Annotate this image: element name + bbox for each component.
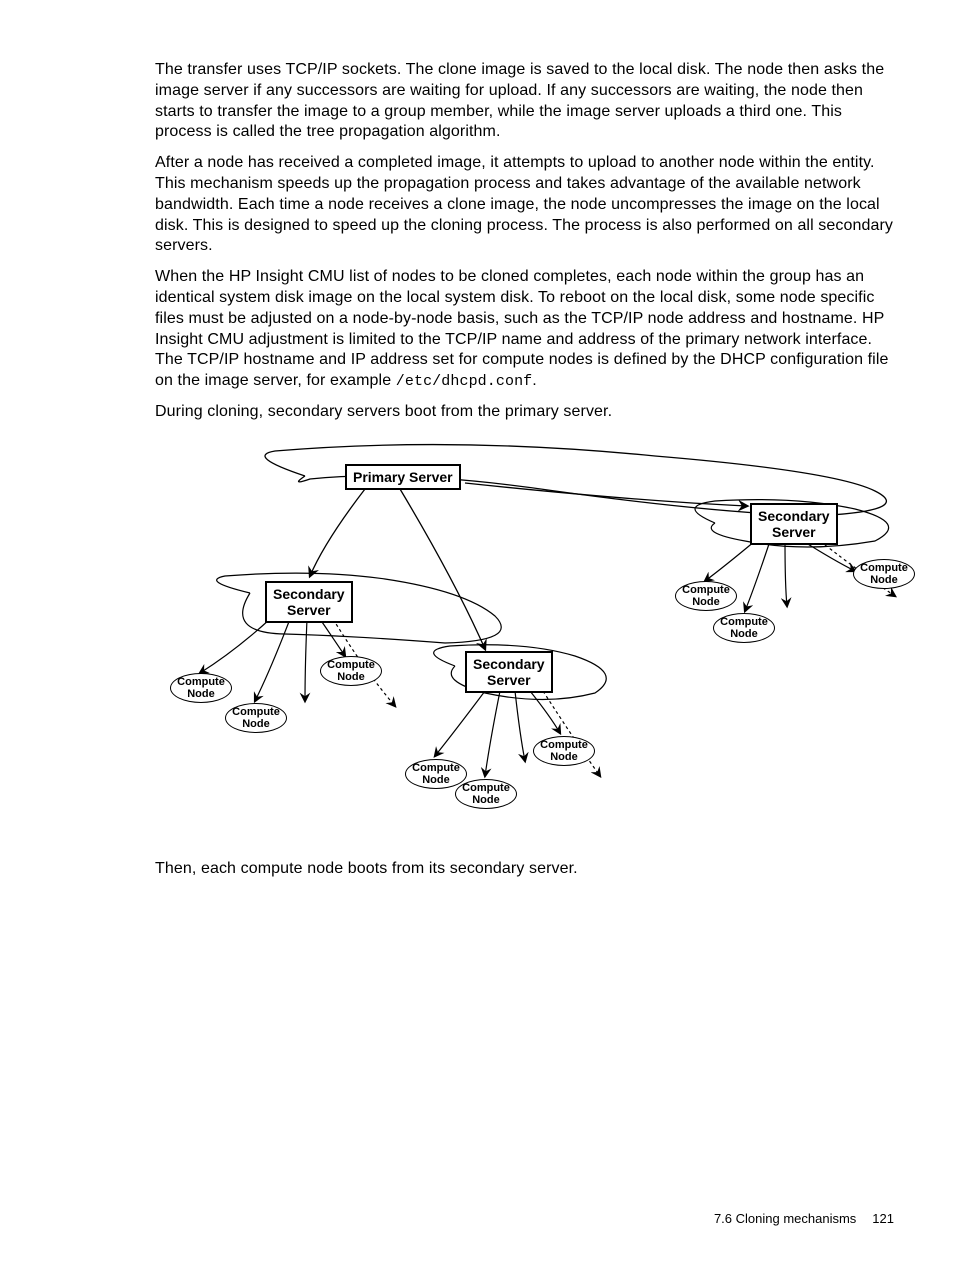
compute-node-oval: Compute Node: [675, 581, 737, 611]
compute-node-oval: Compute Node: [170, 673, 232, 703]
compute-node-oval: Compute Node: [405, 759, 467, 789]
secondary-server-box-right: Secondary Server: [750, 503, 838, 545]
compute-node-oval: Compute Node: [225, 703, 287, 733]
tree-propagation-diagram: Primary Server Secondary Server Secondar…: [155, 441, 915, 841]
compute-node-oval: Compute Node: [455, 779, 517, 809]
compute-node-oval: Compute Node: [713, 613, 775, 643]
page-footer: 7.6 Cloning mechanisms 121: [714, 1211, 894, 1226]
paragraph-2: After a node has received a completed im…: [155, 153, 894, 257]
paragraph-3-text-b: .: [532, 372, 537, 389]
diagram-connectors: [155, 441, 915, 841]
compute-node-oval: Compute Node: [320, 656, 382, 686]
secondary-server-box-middle: Secondary Server: [465, 651, 553, 693]
paragraph-5: Then, each compute node boots from its s…: [155, 859, 894, 880]
footer-page-number: 121: [872, 1211, 894, 1226]
code-path: /etc/dhcpd.conf: [396, 373, 533, 390]
secondary-server-box-left: Secondary Server: [265, 581, 353, 623]
footer-section-label: 7.6 Cloning mechanisms: [714, 1211, 856, 1226]
paragraph-1: The transfer uses TCP/IP sockets. The cl…: [155, 60, 894, 143]
paragraph-4: During cloning, secondary servers boot f…: [155, 402, 894, 423]
compute-node-oval: Compute Node: [533, 736, 595, 766]
compute-node-oval: Compute Node: [853, 559, 915, 589]
diagram-container: Primary Server Secondary Server Secondar…: [155, 441, 894, 841]
paragraph-3: When the HP Insight CMU list of nodes to…: [155, 267, 894, 392]
paragraph-3-text-a: When the HP Insight CMU list of nodes to…: [155, 268, 888, 389]
primary-server-box: Primary Server: [345, 464, 461, 490]
